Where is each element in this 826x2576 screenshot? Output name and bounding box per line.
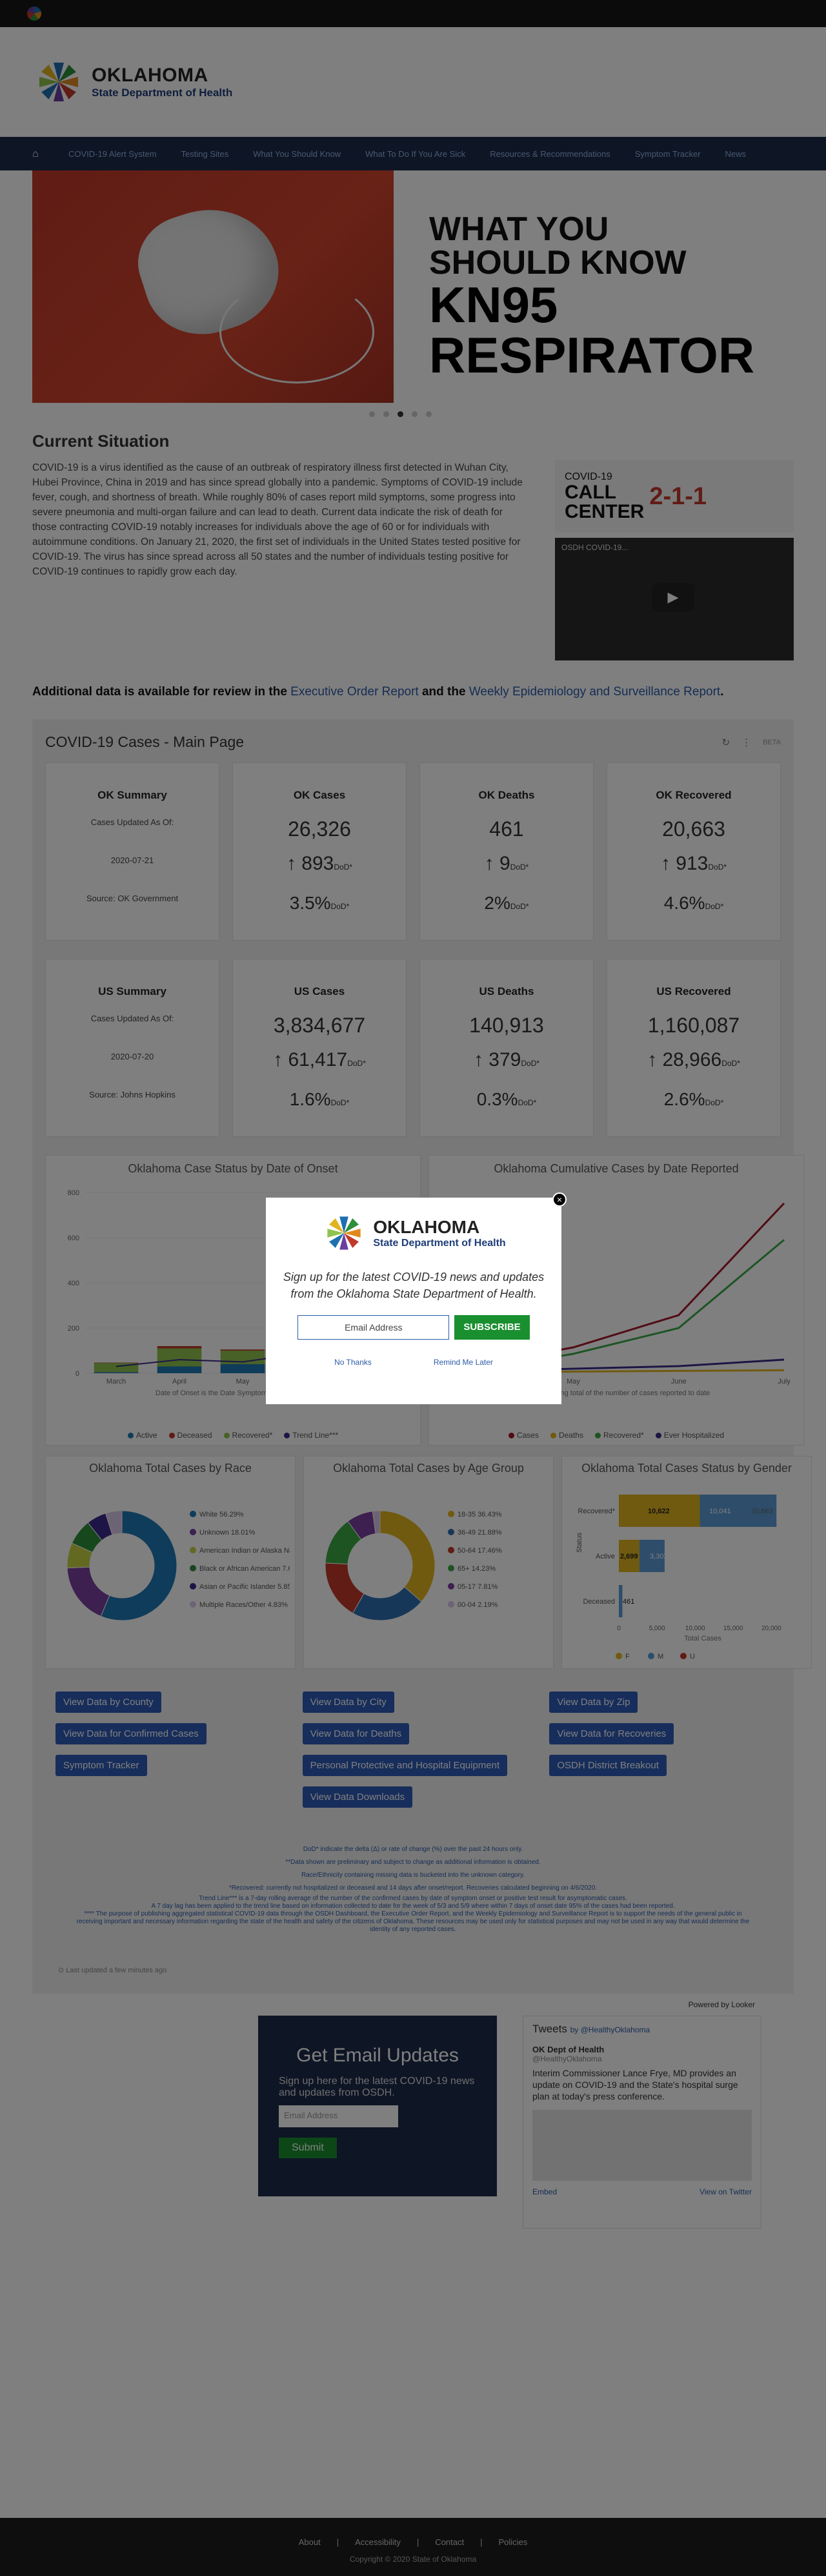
modal-logo: OKLAHOMA State Department of Health [279,1211,549,1256]
modal-logo-subtitle: State Department of Health [373,1238,506,1249]
email-signup-modal: × OKLAHOMA State Department of Health Si… [266,1192,567,1404]
close-icon[interactable]: × [552,1192,567,1207]
modal-logo-title: OKLAHOMA [373,1217,480,1237]
modal-email-input[interactable]: Email Address [297,1315,450,1340]
remind-later-link[interactable]: Remind Me Later [434,1358,493,1367]
modal-message: Sign up for the latest COVID-19 news and… [283,1271,545,1300]
osdh-flower-icon [327,1216,361,1250]
subscribe-button[interactable]: SUBSCRIBE [454,1315,530,1340]
no-thanks-link[interactable]: No Thanks [334,1358,372,1367]
